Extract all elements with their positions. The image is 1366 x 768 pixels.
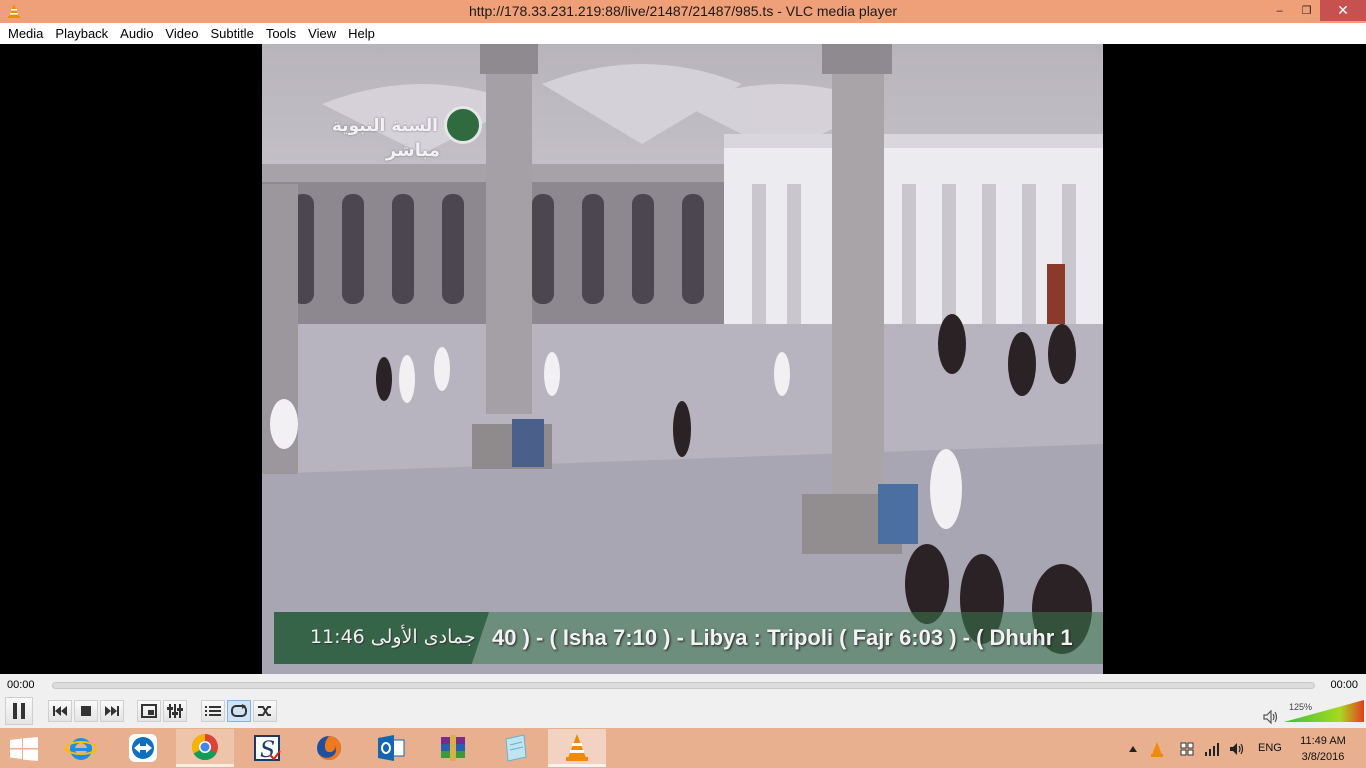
control-bar: 125%	[0, 696, 1366, 728]
vlc-icon	[566, 733, 588, 761]
next-button[interactable]	[100, 700, 124, 722]
menu-subtitle[interactable]: Subtitle	[204, 23, 259, 44]
video-area[interactable]: السنة النبوية مباشر 11:46 ١٤٣٧ ٢٨ جمادى …	[0, 44, 1366, 674]
show-hidden-icons-icon[interactable]	[1128, 745, 1138, 753]
taskbar-internet-explorer[interactable]	[52, 729, 110, 767]
taskbar: S ENG 11:49 AM 3/8/2016	[0, 728, 1366, 768]
ticker-clock: 11:46 ١٤٣٧ ٢٨ جمادى الأولى	[274, 612, 489, 664]
previous-icon	[53, 706, 67, 716]
firefox-icon	[317, 736, 341, 760]
outlook-icon	[378, 735, 405, 761]
extended-settings-icon	[167, 704, 183, 718]
ticker-text: 40 ) - ( Isha 7:10 ) - Libya : Tripoli (…	[492, 625, 1073, 650]
notepad-icon	[505, 734, 527, 762]
menu-bar: Media Playback Audio Video Subtitle Tool…	[0, 23, 1366, 44]
input-language[interactable]: ENG	[1258, 742, 1282, 754]
prayer-times-ticker: 11:46 ١٤٣٧ ٢٨ جمادى الأولى 40 ) - ( Isha…	[274, 612, 1103, 664]
clock-date: 3/8/2016	[1301, 751, 1345, 763]
teamviewer-icon	[129, 734, 157, 762]
taskbar-firefox[interactable]	[300, 729, 358, 767]
channel-live-label: مباشر	[385, 140, 440, 161]
loop-icon	[231, 704, 247, 717]
taskbar-outlook[interactable]	[362, 729, 420, 767]
pause-icon	[13, 703, 25, 719]
menu-video[interactable]: Video	[159, 23, 204, 44]
seek-row: 00:00 00:00	[0, 674, 1366, 696]
restore-button[interactable]: ❐	[1293, 0, 1320, 21]
svg-text:S: S	[260, 738, 275, 763]
chrome-icon	[191, 733, 218, 760]
menu-media[interactable]: Media	[2, 23, 49, 44]
title-bar: http://178.33.231.219:88/live/21487/2148…	[0, 0, 1366, 23]
vlc-tray-icon[interactable]	[1150, 741, 1164, 757]
winrar-icon	[441, 735, 465, 761]
taskbar-vlc[interactable]	[548, 729, 606, 767]
internet-explorer-icon	[65, 738, 97, 760]
system-clock[interactable]: 11:49 AM 3/8/2016	[1292, 733, 1354, 765]
channel-emblem-icon	[444, 106, 482, 144]
shuffle-button[interactable]	[253, 700, 277, 722]
window-buttons: ‒ ❐ ✕	[1266, 0, 1366, 21]
playlist-button[interactable]	[201, 700, 225, 722]
clock-time: 11:49 AM	[1300, 735, 1346, 747]
taskbar-scribe[interactable]: S	[238, 729, 296, 767]
menu-view[interactable]: View	[302, 23, 342, 44]
channel-name: السنة النبوية	[331, 116, 438, 136]
action-center-icon[interactable]	[1180, 742, 1194, 756]
next-icon	[105, 706, 119, 716]
taskbar-teamviewer[interactable]	[114, 729, 172, 767]
video-frame[interactable]: السنة النبوية مباشر 11:46 ١٤٣٧ ٢٨ جمادى …	[262, 44, 1103, 674]
playlist-icon	[205, 706, 221, 716]
vlc-window: http://178.33.231.219:88/live/21487/2148…	[0, 0, 1366, 768]
fullscreen-button[interactable]	[137, 700, 161, 722]
total-time: 00:00	[1330, 679, 1358, 691]
close-button[interactable]: ✕	[1320, 0, 1366, 21]
network-signal-icon[interactable]	[1204, 742, 1220, 756]
fullscreen-icon	[141, 704, 157, 718]
menu-playback[interactable]: Playback	[49, 23, 114, 44]
seek-slider[interactable]	[52, 682, 1315, 689]
volume-tray-icon[interactable]	[1229, 742, 1245, 756]
extended-settings-button[interactable]	[163, 700, 187, 722]
volume-slider[interactable]	[1284, 700, 1364, 722]
shuffle-icon	[258, 706, 271, 716]
taskbar-notepad[interactable]	[486, 729, 544, 767]
windows-start-icon[interactable]	[10, 737, 38, 761]
minimize-button[interactable]: ‒	[1266, 0, 1293, 21]
stop-button[interactable]	[74, 700, 98, 722]
pause-button[interactable]	[5, 697, 33, 725]
speaker-icon[interactable]	[1263, 710, 1279, 724]
window-title: http://178.33.231.219:88/live/21487/2148…	[468, 3, 898, 19]
loop-button[interactable]	[227, 700, 251, 722]
elapsed-time: 00:00	[7, 679, 35, 691]
menu-tools[interactable]: Tools	[260, 23, 302, 44]
stop-icon	[81, 706, 91, 716]
scribe-icon: S	[254, 735, 281, 763]
menu-audio[interactable]: Audio	[114, 23, 159, 44]
previous-button[interactable]	[48, 700, 72, 722]
taskbar-chrome[interactable]	[176, 729, 234, 767]
channel-logo: السنة النبوية مباشر	[330, 102, 482, 162]
taskbar-winrar[interactable]	[424, 729, 482, 767]
menu-help[interactable]: Help	[342, 23, 381, 44]
